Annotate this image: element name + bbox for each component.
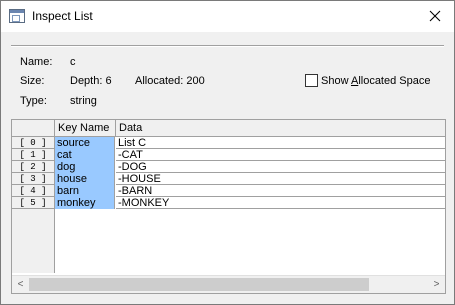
table-row[interactable]: [ 2 ] dog -DOG (12, 161, 445, 173)
row-index: [ 5 ] (12, 197, 54, 209)
column-header-label: Data (119, 122, 143, 134)
show-allocated-space-checkbox[interactable]: Show Allocated Space (305, 74, 430, 87)
scroll-left-button[interactable]: < (12, 276, 29, 293)
row-index: [ 3 ] (12, 173, 54, 185)
allocated-value: Allocated: 200 (135, 75, 205, 87)
grid-corner-header (12, 120, 55, 137)
key-name-cell[interactable]: house (55, 173, 115, 185)
scrollbar-thumb[interactable] (29, 278, 369, 291)
inspect-list-window: Inspect List Name: c Size: Depth: 6 Allo… (0, 0, 455, 305)
table-row[interactable]: [ 3 ] house -HOUSE (12, 173, 445, 185)
type-label: Type: (20, 95, 47, 107)
table-row[interactable]: [ 0 ] source List C (12, 137, 445, 149)
label-post: llocated Space (358, 74, 431, 87)
data-cell[interactable]: -CAT (116, 149, 445, 161)
column-header-data[interactable]: Data (116, 120, 445, 137)
close-icon (429, 10, 441, 22)
data-cell[interactable]: -DOG (116, 161, 445, 173)
table-row[interactable]: [ 5 ] monkey -MONKEY (12, 197, 445, 209)
column-header-label: Key Name (58, 122, 110, 134)
data-cell[interactable]: -MONKEY (116, 197, 445, 209)
row-index: [ 4 ] (12, 185, 54, 197)
label-pre: Show (321, 74, 351, 87)
chevron-left-icon: < (17, 279, 24, 290)
row-index: [ 1 ] (12, 149, 54, 161)
window-app-icon (9, 9, 25, 23)
scroll-right-button[interactable]: > (428, 276, 445, 293)
depth-value: Depth: 6 (70, 75, 112, 87)
row-index: [ 2 ] (12, 161, 54, 173)
key-name-cell[interactable]: cat (55, 149, 115, 161)
data-cell[interactable]: -HOUSE (116, 173, 445, 185)
key-name-cell[interactable]: dog (55, 161, 115, 173)
title-bar[interactable]: Inspect List (1, 1, 454, 32)
chevron-right-icon: > (433, 279, 440, 290)
header-separator (11, 45, 444, 47)
horizontal-scrollbar[interactable]: < > (12, 275, 445, 293)
row-index: [ 0 ] (12, 137, 54, 149)
show-allocated-space-label[interactable]: Show Allocated Space (321, 75, 430, 87)
table-row[interactable]: [ 1 ] cat -CAT (12, 149, 445, 161)
list-grid[interactable]: Key Name Data [ 0 ] source List C [ 1 ] … (11, 119, 446, 294)
table-row[interactable]: [ 4 ] barn -BARN (12, 185, 445, 197)
column-header-key-name[interactable]: Key Name (55, 120, 116, 137)
name-value: c (70, 56, 76, 68)
key-name-cell[interactable]: monkey (55, 197, 115, 209)
data-cell[interactable]: List C (116, 137, 445, 149)
checkbox-box[interactable] (305, 74, 318, 87)
name-label: Name: (20, 56, 53, 68)
data-cell[interactable]: -BARN (116, 185, 445, 197)
window-title: Inspect List (32, 9, 93, 23)
type-value: string (70, 95, 97, 107)
close-button[interactable] (416, 1, 454, 31)
key-name-cell[interactable]: source (55, 137, 115, 149)
key-name-cell[interactable]: barn (55, 185, 115, 197)
size-label: Size: (20, 75, 45, 87)
